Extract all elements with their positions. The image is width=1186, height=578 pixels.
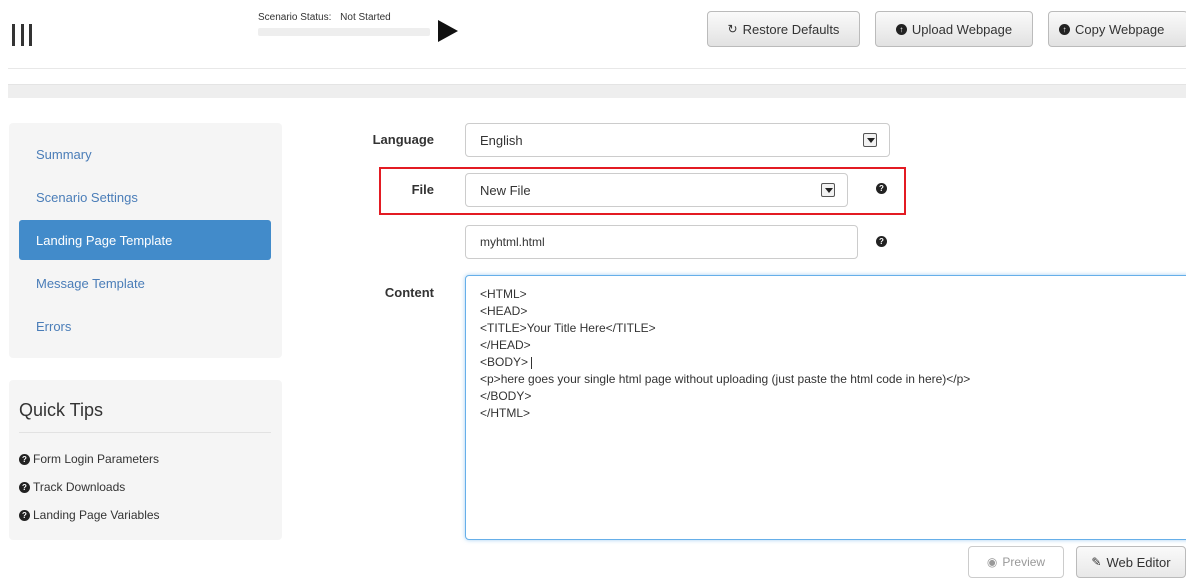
language-value: English [480, 132, 523, 148]
quick-tips-divider [19, 432, 271, 433]
code-line: </BODY> [480, 389, 532, 403]
filename-input[interactable]: myhtml.html [465, 225, 858, 259]
code-line: <p>here goes your single html page witho… [480, 372, 971, 386]
quick-tips-panel: Quick Tips ? Form Login Parameters ? Tra… [9, 380, 282, 540]
file-label: File [411, 182, 434, 197]
file-help-icon[interactable]: ? [876, 183, 887, 194]
language-select[interactable]: English [465, 123, 890, 157]
sidebar-item-errors[interactable]: Errors [19, 306, 271, 346]
code-line: <BODY> [480, 355, 529, 369]
language-label: Language [372, 132, 434, 147]
copy-icon: ↑ [1059, 23, 1070, 35]
status-progress-bar [258, 28, 430, 36]
body-line-wrapper: <BODY> [480, 354, 1180, 371]
content-label: Content [384, 285, 434, 300]
code-line: </HTML> [480, 406, 531, 420]
scenario-status: Scenario Status: Not Started [258, 12, 391, 23]
tip-label: Track Downloads [33, 480, 126, 494]
question-icon: ? [19, 509, 30, 521]
code-line: <HEAD> [480, 304, 528, 318]
tip-landing-page-variables[interactable]: ? Landing Page Variables [19, 508, 160, 522]
filename-value: myhtml.html [480, 235, 545, 249]
edit-icon: ✎ [1091, 555, 1102, 569]
sidebar-item-scenario-settings[interactable]: Scenario Settings [19, 177, 271, 217]
refresh-icon: ↻ [727, 22, 738, 36]
question-icon: ? [19, 481, 30, 493]
code-line: </HEAD> [480, 338, 531, 352]
sidebar-item-landing-page-template[interactable]: Landing Page Template [19, 220, 271, 260]
sidebar-item-message-template[interactable]: Message Template [19, 263, 271, 303]
sidebar-item-summary[interactable]: Summary [19, 134, 271, 174]
upload-webpage-button[interactable]: ↑ Upload Webpage [875, 11, 1033, 47]
tip-form-login-parameters[interactable]: ? Form Login Parameters [19, 452, 159, 466]
question-icon: ? [19, 453, 30, 465]
content-textarea[interactable]: <HTML> <HEAD> <TITLE>Your Title Here</TI… [465, 275, 1186, 540]
status-value: Not Started [340, 12, 391, 23]
web-editor-label: Web Editor [1106, 554, 1171, 570]
status-label: Scenario Status: [258, 12, 332, 23]
copy-webpage-label: Copy Webpage [1075, 21, 1165, 37]
preview-button[interactable]: ◉ Preview [968, 546, 1064, 578]
chevron-down-icon [863, 133, 877, 147]
code-line: <TITLE>Your Title Here</TITLE> [480, 321, 656, 335]
web-editor-button[interactable]: ✎ Web Editor [1076, 546, 1186, 578]
toolbar-band [8, 84, 1186, 98]
preview-label: Preview [1002, 555, 1046, 569]
tip-label: Landing Page Variables [33, 508, 160, 522]
text-cursor [531, 356, 533, 369]
menu-icon[interactable] [12, 24, 32, 46]
eye-icon: ◉ [986, 555, 998, 569]
file-value: New File [480, 182, 531, 198]
play-icon[interactable] [438, 20, 458, 42]
quick-tips-title: Quick Tips [19, 400, 104, 420]
tip-label: Form Login Parameters [33, 452, 160, 466]
upload-webpage-label: Upload Webpage [911, 21, 1013, 37]
restore-defaults-button[interactable]: ↻ Restore Defaults [707, 11, 860, 47]
copy-webpage-button[interactable]: ↑ Copy Webpage [1048, 11, 1186, 47]
filename-help-icon[interactable]: ? [876, 236, 887, 247]
chevron-down-icon [821, 183, 835, 197]
header-divider [8, 68, 1186, 69]
restore-defaults-label: Restore Defaults [742, 21, 840, 37]
file-select[interactable]: New File [465, 173, 848, 207]
code-line: <HTML> [480, 287, 527, 301]
upload-icon: ↑ [895, 23, 907, 35]
sidebar-nav: Summary Scenario Settings Landing Page T… [9, 123, 282, 358]
tip-track-downloads[interactable]: ? Track Downloads [19, 480, 125, 494]
